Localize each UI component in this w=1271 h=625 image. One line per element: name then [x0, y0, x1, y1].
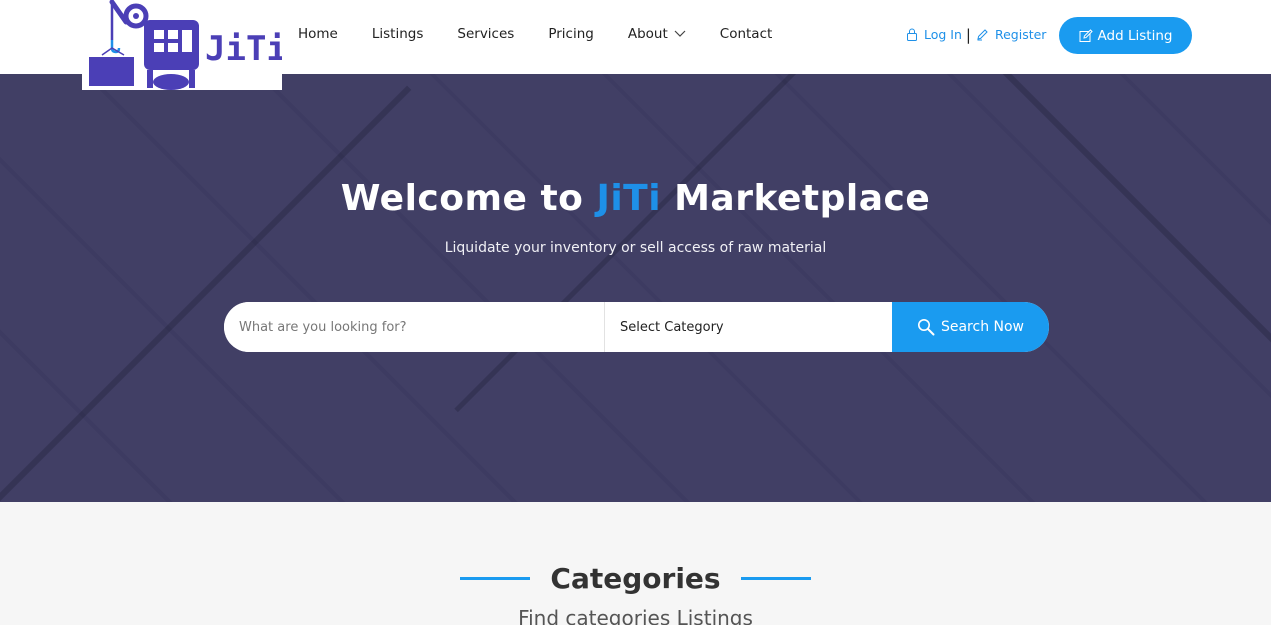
main-nav: Home Listings Services Pricing About Con…: [298, 26, 806, 42]
login-link[interactable]: Log In: [906, 27, 962, 42]
nav-about[interactable]: About: [628, 26, 686, 42]
chevron-down-icon: [674, 26, 686, 42]
jiti-crane-logo-icon: JiTi: [89, 0, 282, 90]
auth-links: Log In | Register: [906, 27, 1046, 42]
hero-title: Welcome to JiTi Marketplace: [0, 178, 1271, 219]
site-logo[interactable]: JiTi: [82, 0, 282, 90]
lock-icon: [907, 28, 917, 41]
login-label: Log In: [924, 27, 962, 42]
auth-separator: |: [965, 25, 971, 44]
search-now-button[interactable]: Search Now: [892, 302, 1049, 352]
search-now-label: Search Now: [940, 319, 1025, 335]
register-label: Register: [994, 27, 1047, 42]
wood-plank-line: [0, 85, 412, 502]
heading-divider-right: [740, 577, 811, 580]
search-icon: [917, 319, 935, 336]
search-bar: Select Category Search Now: [224, 302, 1049, 352]
register-link[interactable]: Register: [976, 27, 1046, 42]
pencil-icon: [977, 29, 988, 41]
category-select[interactable]: Select Category: [604, 302, 892, 352]
logo-text: JiTi: [205, 29, 282, 69]
categories-heading: Categories: [0, 562, 1271, 595]
hero-title-prefix: Welcome to: [340, 178, 597, 219]
hero-banner: Welcome to JiTi Marketplace Liquidate yo…: [0, 74, 1271, 502]
hero-title-brand: JiTi: [596, 178, 662, 219]
nav-services[interactable]: Services: [457, 26, 514, 42]
search-input[interactable]: [224, 302, 604, 352]
add-listing-label: Add Listing: [1097, 27, 1173, 44]
hero-title-suffix: Marketplace: [661, 178, 931, 219]
nav-pricing[interactable]: Pricing: [548, 26, 594, 42]
nav-contact[interactable]: Contact: [720, 26, 773, 42]
hero-subtitle: Liquidate your inventory or sell access …: [444, 240, 827, 256]
categories-title: Categories: [550, 562, 721, 595]
category-select-value: Select Category: [620, 319, 724, 335]
heading-divider-left: [460, 577, 531, 580]
categories-section: Categories Find categories Listings: [0, 502, 1271, 625]
nav-home[interactable]: Home: [298, 26, 338, 42]
add-listing-button[interactable]: Add Listing: [1059, 17, 1192, 54]
edit-icon: [1079, 28, 1093, 42]
categories-subtitle: Find categories Listings: [518, 606, 753, 625]
nav-listings[interactable]: Listings: [372, 26, 424, 42]
nav-about-label: About: [627, 26, 668, 42]
